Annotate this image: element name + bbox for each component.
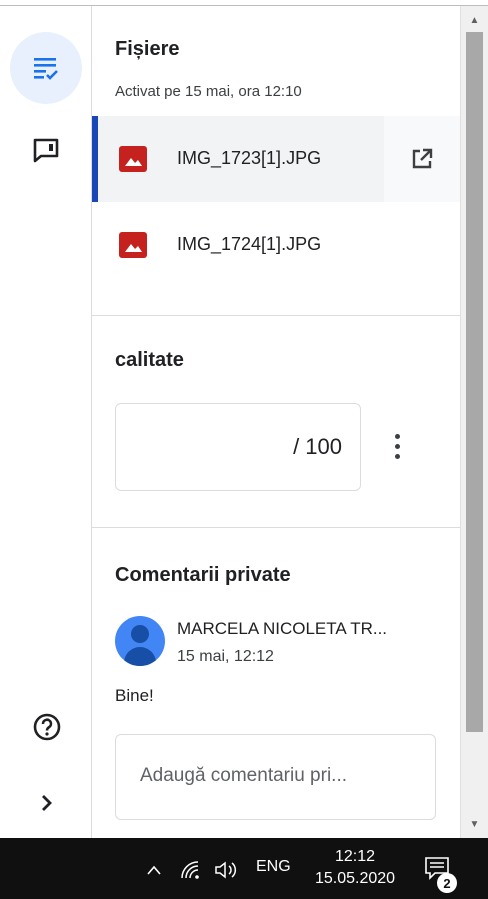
notification-count-badge: 2 <box>437 873 457 893</box>
image-file-icon <box>119 146 147 172</box>
side-rail <box>0 6 92 838</box>
open-external-icon <box>412 148 433 169</box>
comment-text: Bine! <box>115 686 154 705</box>
open-in-new-button[interactable] <box>384 116 460 202</box>
grade-input[interactable]: / 100 <box>115 403 361 491</box>
scroll-up-arrow-icon[interactable]: ▲ <box>461 10 488 30</box>
wifi-icon[interactable] <box>180 860 202 880</box>
image-file-icon <box>119 232 147 258</box>
comment-date: 15 mai, 12:12 <box>177 648 274 665</box>
comment-author: MARCELA NICOLETA TR... <box>177 619 388 638</box>
scrollbar[interactable]: ▲ ▼ <box>460 6 488 838</box>
windows-taskbar: ENG 12:12 15.05.2020 2 <box>0 838 488 899</box>
assignment-list-icon <box>34 58 58 80</box>
file-row[interactable]: IMG_1724[1].JPG <box>92 202 460 288</box>
feedback-comment-icon <box>33 138 59 163</box>
app-window: Fișiere Activat pe 15 mai, ora 12:10 IMG… <box>0 0 488 899</box>
grade-value: / 100 <box>293 434 342 459</box>
language-indicator[interactable]: ENG <box>256 858 291 876</box>
chevron-right-icon <box>42 795 52 811</box>
file-row[interactable]: IMG_1723[1].JPG <box>92 116 460 202</box>
more-vert-icon <box>394 433 400 439</box>
clock-date: 15.05.2020 <box>314 870 396 887</box>
more-options-button[interactable] <box>382 424 412 468</box>
details-panel: Fișiere Activat pe 15 mai, ora 12:10 IMG… <box>92 6 460 838</box>
avatar <box>115 616 165 666</box>
file-name: IMG_1724[1].JPG <box>177 234 322 254</box>
volume-icon[interactable] <box>214 860 240 880</box>
help-icon <box>33 713 61 741</box>
grade-title: calitate <box>115 349 184 371</box>
scrollbar-thumb[interactable] <box>466 32 483 732</box>
chevron-up-icon[interactable] <box>146 864 162 876</box>
private-feedback-tab-button[interactable] <box>30 134 62 166</box>
file-name: IMG_1723[1].JPG <box>177 148 322 168</box>
section-divider <box>92 315 460 316</box>
scroll-down-arrow-icon[interactable]: ▼ <box>461 814 488 834</box>
help-button[interactable] <box>30 710 64 744</box>
expand-button[interactable] <box>32 788 62 818</box>
private-comments-title: Comentarii private <box>115 564 291 586</box>
files-subtitle: Activat pe 15 mai, ora 12:10 <box>115 83 302 100</box>
files-title: Fișiere <box>115 38 180 60</box>
comment-input[interactable]: Adaugă comentariu pri... <box>115 734 436 820</box>
section-divider <box>92 527 460 528</box>
clock-time: 12:12 <box>334 848 376 865</box>
clock[interactable]: 12:12 15.05.2020 <box>300 846 410 890</box>
assignment-tab-button[interactable] <box>10 32 82 104</box>
